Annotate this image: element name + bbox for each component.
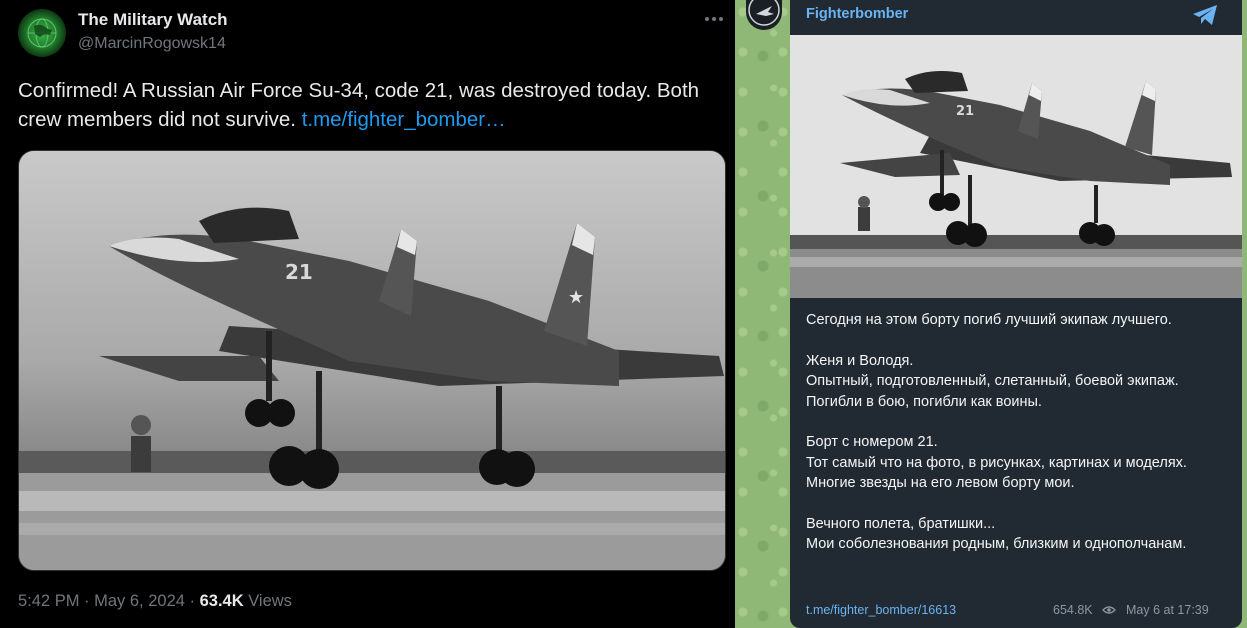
aircraft-code: 21 bbox=[285, 260, 313, 284]
author-avatar[interactable] bbox=[18, 9, 66, 57]
globe-icon bbox=[27, 18, 57, 48]
views-count: 63.4K bbox=[199, 592, 244, 610]
post-paragraph: Сегодня на этом борту погиб лучший экипа… bbox=[806, 312, 1172, 328]
more-horizontal-icon bbox=[705, 17, 723, 21]
post-paragraph: Борт с номером 21. Тот самый что на фото… bbox=[806, 434, 1187, 492]
post-date: May 6 at 17:39 bbox=[1126, 603, 1209, 617]
post-paragraph: Женя и Володя. Опытный, подготовленный, … bbox=[806, 352, 1179, 410]
post-text: Сегодня на этом борту погиб лучший экипа… bbox=[806, 310, 1226, 555]
eye-icon bbox=[1102, 606, 1116, 614]
telegram-post: Fighterbomber 21 Сегодня на этом борту п… bbox=[790, 0, 1242, 628]
tweet-text: Confirmed! A Russian Air Force Su-34, co… bbox=[18, 76, 718, 134]
post-link[interactable]: t.me/fighter_bomber/16613 bbox=[806, 603, 956, 617]
post-photo[interactable]: 21 bbox=[790, 35, 1242, 298]
su34-aircraft-photo: 21 ★ bbox=[19, 151, 725, 570]
views-label: Views bbox=[243, 592, 292, 610]
aircraft-code: 21 bbox=[956, 104, 974, 119]
red-star-mark: ★ bbox=[568, 287, 584, 308]
tweet-timestamp[interactable]: 5:42 PM · May 6, 2024 · bbox=[18, 592, 200, 610]
post-paragraph: Вечного полета, братишки... Мои соболезн… bbox=[806, 516, 1187, 553]
channel-name[interactable]: Fighterbomber bbox=[806, 6, 908, 22]
su34-aircraft-photo: 21 bbox=[790, 35, 1242, 298]
author-name[interactable]: The Military Watch bbox=[78, 10, 228, 30]
author-handle[interactable]: @MarcinRogowsk14 bbox=[78, 35, 226, 53]
telegram-icon[interactable] bbox=[1191, 3, 1219, 27]
more-options-button[interactable] bbox=[701, 8, 727, 30]
post-views: 654.8K bbox=[1053, 603, 1093, 617]
tweet-photo[interactable]: 21 ★ bbox=[18, 150, 726, 571]
tweet-link[interactable]: t.me/fighter_bomber… bbox=[302, 108, 506, 131]
tweet-meta: 5:42 PM · May 6, 2024 · 63.4K Views bbox=[18, 592, 292, 611]
tweet: The Military Watch @MarcinRogowsk14 Conf… bbox=[0, 0, 735, 628]
